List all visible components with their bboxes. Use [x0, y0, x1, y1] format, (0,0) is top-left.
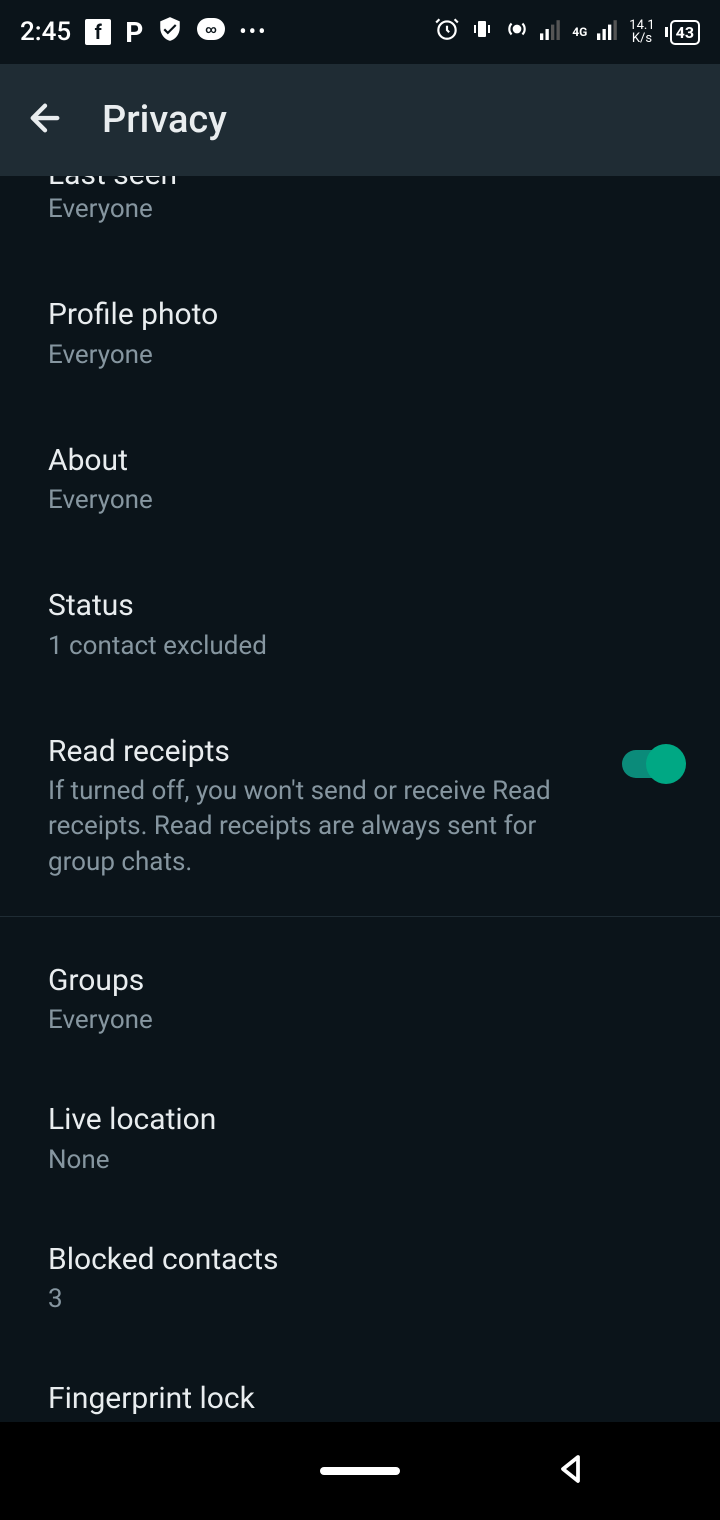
p-icon: P — [125, 16, 143, 49]
home-pill[interactable] — [320, 1467, 400, 1475]
setting-fingerprint-lock[interactable]: Fingerprint lock Disabled — [0, 1355, 720, 1422]
navigation-bar — [0, 1422, 720, 1520]
network-speed: 14.1 K/s — [629, 19, 654, 45]
battery-icon: 43 — [665, 20, 700, 45]
setting-subtitle: Everyone — [48, 338, 672, 373]
setting-title: Fingerprint lock — [48, 1379, 672, 1420]
setting-title: Last seen — [48, 176, 672, 190]
setting-title: Groups — [48, 961, 672, 1002]
setting-description: If turned off, you won't send or receive… — [48, 774, 568, 879]
setting-live-location[interactable]: Live location None — [0, 1076, 720, 1202]
setting-status[interactable]: Status 1 contact excluded — [0, 562, 720, 688]
page-title: Privacy — [102, 98, 227, 142]
nav-back-icon[interactable] — [554, 1451, 590, 1491]
setting-title: Profile photo — [48, 295, 672, 336]
status-bar: 2:45 f P ∞ ••• 4G 14.1 K/s — [0, 0, 720, 64]
network-label: 4G — [572, 26, 587, 38]
status-right: 4G 14.1 K/s 43 — [434, 16, 700, 48]
svg-text:∞: ∞ — [205, 23, 217, 36]
divider — [0, 916, 720, 917]
setting-about[interactable]: About Everyone — [0, 417, 720, 543]
setting-subtitle: Everyone — [48, 483, 672, 518]
hotspot-icon — [504, 16, 530, 48]
app-bar: Privacy — [0, 64, 720, 176]
setting-profile-photo[interactable]: Profile photo Everyone — [0, 271, 720, 397]
scroll-area[interactable]: Last seen Everyone Profile photo Everyon… — [0, 176, 720, 1422]
setting-subtitle: Everyone — [48, 1003, 672, 1038]
toggle-switch[interactable] — [622, 750, 684, 778]
setting-title: Status — [48, 586, 672, 627]
status-time: 2:45 — [20, 17, 71, 47]
vibrate-icon — [470, 17, 494, 47]
setting-subtitle: 3 — [48, 1282, 672, 1317]
back-arrow-icon[interactable] — [24, 97, 66, 143]
shield-icon — [157, 16, 183, 48]
signal-icon-2 — [597, 18, 619, 46]
setting-title: Blocked contacts — [48, 1240, 672, 1281]
facebook-icon: f — [85, 19, 111, 45]
setting-blocked-contacts[interactable]: Blocked contacts 3 — [0, 1216, 720, 1342]
game-icon: ∞ — [197, 18, 225, 46]
setting-last-seen[interactable]: Last seen Everyone — [0, 176, 720, 251]
status-left: 2:45 f P ∞ ••• — [20, 16, 268, 49]
setting-groups[interactable]: Groups Everyone — [0, 937, 720, 1063]
setting-subtitle: Everyone — [48, 192, 672, 227]
more-icon: ••• — [239, 20, 267, 45]
setting-title: Read receipts — [48, 732, 606, 773]
signal-icon-1 — [540, 18, 562, 46]
setting-title: Live location — [48, 1100, 672, 1141]
setting-subtitle: None — [48, 1143, 672, 1178]
setting-title: About — [48, 441, 672, 482]
setting-read-receipts[interactable]: Read receipts If turned off, you won't s… — [0, 708, 720, 904]
setting-subtitle: 1 contact excluded — [48, 629, 672, 664]
alarm-icon — [434, 16, 460, 48]
